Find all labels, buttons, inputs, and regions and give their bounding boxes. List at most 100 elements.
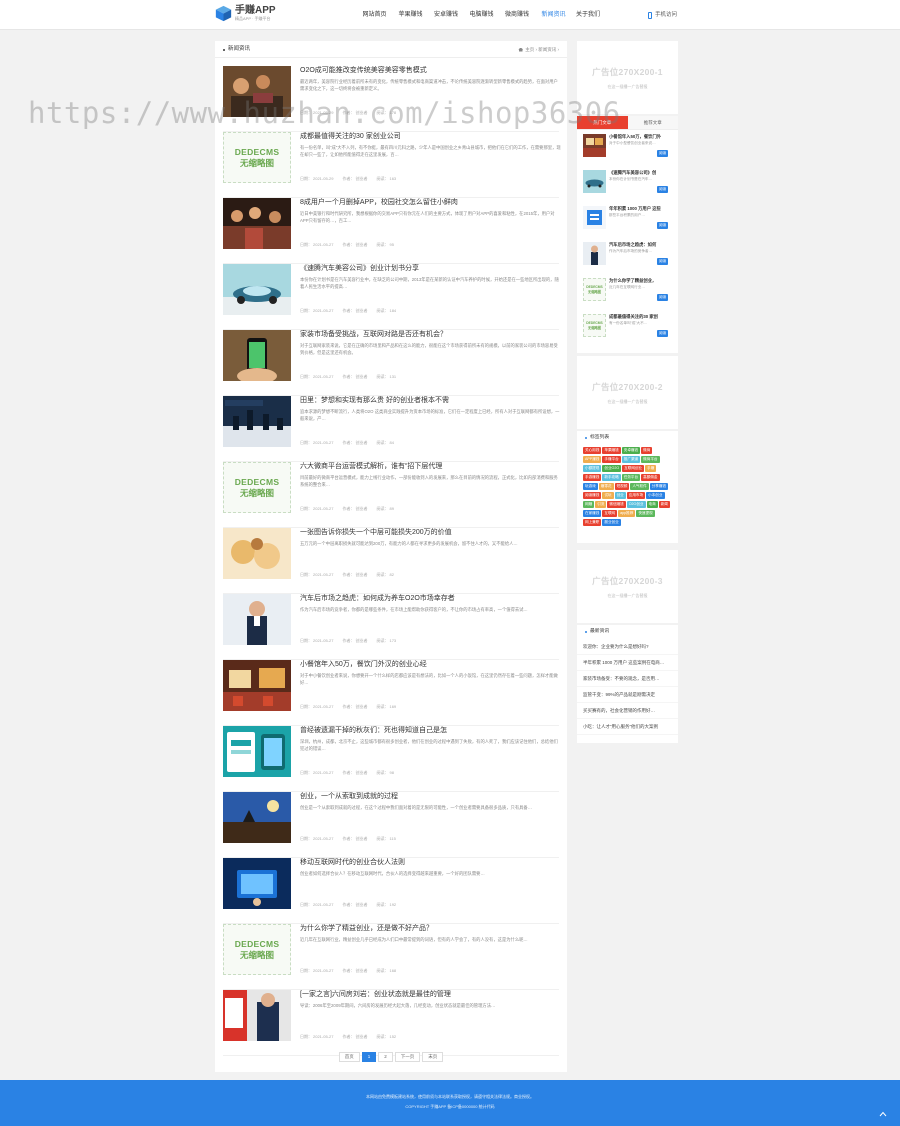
tag-link[interactable]: 高额佣金 <box>641 474 660 481</box>
tag-link[interactable]: 玩游戏 <box>583 483 598 490</box>
tag-link[interactable]: 互联网创业 <box>622 465 645 472</box>
hot-article-item[interactable]: DEDECMS 无缩略图 为什么你学了精益创业， 近几年在互联网行业… 阅读 <box>577 274 678 310</box>
tag-link[interactable]: 微信赚钱 <box>607 501 626 508</box>
tab-recommended[interactable]: 推荐文章 <box>627 116 678 129</box>
article-thumbnail[interactable] <box>223 660 291 711</box>
page-button[interactable]: 2 <box>378 1052 393 1062</box>
latest-news-link[interactable]: 欢迎你：企业要为什么是想好吗? <box>577 639 678 655</box>
article-title-link[interactable]: O2O成可能推改变传统美容美容零售模式 <box>300 65 427 75</box>
article-thumbnail[interactable]: DEDECMS 无缩略图 <box>223 924 291 975</box>
tag-link[interactable]: 安卓赚钱 <box>621 447 641 454</box>
ad-slot-1[interactable]: 广告位270X200-1 在这一插播一广告替报 <box>577 41 678 114</box>
article-title-link[interactable]: 小餐馆年入50万，餐饮门外汉的创业心经 <box>300 659 427 669</box>
tag-link[interactable]: 短视频 <box>614 483 630 490</box>
page-button[interactable]: 下一页 <box>394 1052 421 1062</box>
latest-news-link[interactable]: 小吃：让人才“用心服务”他们的大案例 <box>577 719 678 735</box>
tag-link[interactable]: 快速提现 <box>636 510 655 517</box>
hot-article-title[interactable]: 年年积累 1000 万用户 这些 <box>609 206 671 212</box>
list-item[interactable]: DEDECMS 无缩略图 为什么你学了精益创业，还是做不好产品？ 近几年在互联网行业，… <box>223 924 559 990</box>
hot-article-title[interactable]: 成都最值得关注的30 家创 <box>609 314 671 320</box>
hot-article-thumbnail[interactable] <box>583 206 606 229</box>
read-button[interactable]: 阅读 <box>657 330 669 337</box>
article-title-link[interactable]: [一家之言]六间房刘岩：创业状态就是最佳的管理 <box>300 989 451 999</box>
tag-link[interactable]: O2O创业 <box>626 501 646 508</box>
tag-link[interactable]: 人气软件 <box>630 483 649 490</box>
list-item[interactable]: DEDECMS 无缩略图 成都最值得关注的30 家创业公司 有一份名单，叫“成”大不入… <box>223 131 561 198</box>
read-button[interactable]: 阅读 <box>657 150 669 157</box>
nav-item[interactable]: 苹果赚钱 <box>393 0 428 30</box>
tag-link[interactable]: 引流 <box>595 501 607 508</box>
article-title-link[interactable]: 六大微商平台运营模式解析，谁有“招下层代理 <box>300 461 442 471</box>
tag-link[interactable]: 新手攻略 <box>602 474 621 481</box>
nav-item[interactable]: 网站首页 <box>356 0 393 30</box>
tag-link[interactable]: 互联网 <box>602 510 618 517</box>
article-title-link[interactable]: 田里：梦想和实现有那么贵 好的创业者根本不需 <box>300 395 449 405</box>
tag-link[interactable]: 创业 <box>614 492 626 499</box>
tag-link[interactable]: 副业创业 <box>602 519 621 526</box>
tag-link[interactable]: 微商平台 <box>641 456 660 463</box>
article-title-link[interactable]: 为什么你学了精益创业，还是做不好产品？ <box>300 923 433 933</box>
tag-link[interactable]: 网上兼职 <box>583 519 602 526</box>
nav-item[interactable]: 安卓赚钱 <box>428 0 464 30</box>
tag-link[interactable]: 阅读赚钱 <box>583 492 602 499</box>
tag-link[interactable]: 小本创业 <box>646 492 665 499</box>
tag-link[interactable]: 赚零花 <box>598 483 614 490</box>
tag-link[interactable]: 应用市场 <box>626 492 646 499</box>
article-thumbnail[interactable] <box>223 858 291 909</box>
list-item[interactable]: O2O成可能推改变传统美容美容零售模式 最近两年，美容院行业经历着前所未有的变化，… <box>223 66 559 132</box>
article-title-link[interactable]: 8成用户一个月删掉APP，校园社交怎么留住小鲜肉 <box>300 197 458 207</box>
hot-article-thumbnail[interactable] <box>583 242 606 265</box>
read-button[interactable]: 阅读 <box>657 294 669 301</box>
article-thumbnail[interactable]: DEDECMS 无缩略图 <box>223 132 291 183</box>
back-to-top-icon[interactable] <box>878 1109 888 1119</box>
article-title-link[interactable]: 家装市场备受挑战，互联网对路是否还有机会？ <box>300 329 447 339</box>
tag-link[interactable]: 分享赚钱 <box>649 483 669 490</box>
article-thumbnail[interactable] <box>223 990 291 1041</box>
read-button[interactable]: 阅读 <box>657 222 669 229</box>
hot-article-title[interactable]: 为什么你学了精益创业， <box>609 278 671 284</box>
latest-news-link[interactable]: 买买赛有的，社会化营销的作用好… <box>577 703 678 719</box>
nav-item[interactable]: 电脑赚钱 <box>464 0 499 30</box>
article-title-link[interactable]: 创业，一个从索取到成就的过程 <box>300 791 398 801</box>
tag-link[interactable]: APP赚钱 <box>583 456 602 463</box>
hot-article-item[interactable]: 小餐馆年入50万，餐饮门外 对于中小型餐饮创业者来说… 阅读 <box>577 130 678 166</box>
article-thumbnail[interactable] <box>223 594 291 645</box>
tag-link[interactable]: 创业O2O <box>602 465 622 472</box>
article-thumbnail[interactable] <box>223 330 291 381</box>
list-item[interactable]: 移动互联网时代的创业合伙人法则 创业者如何选择合伙人？在移动互联网时代，合伙人的选… <box>223 858 559 924</box>
tag-link[interactable]: 电商 <box>646 501 658 508</box>
list-item[interactable]: 家装市场备受挑战，互联网对路是否还有机会？ 对于互联网家装来说，它是在正确的市场里… <box>223 330 559 396</box>
list-item[interactable]: 小餐馆年入50万，餐饮门外汉的创业心经 对于中小餐饮创业者来说，你想要开一个什么样… <box>223 660 559 726</box>
breadcrumb-text[interactable]: 主页 › 新闻资讯 › <box>525 41 559 58</box>
article-title-link[interactable]: 汽车后市场之趋虎：如何成为养车O2O市场幸存者 <box>300 593 455 603</box>
nav-item[interactable]: 新闻资讯 <box>535 0 572 30</box>
list-item[interactable]: 一张图告诉你损失一个中层可能损失200万的价值 五万元的一个中层离职损失就可能达到… <box>223 528 559 594</box>
article-thumbnail[interactable] <box>223 792 291 843</box>
article-thumbnail[interactable] <box>223 726 291 777</box>
article-thumbnail[interactable] <box>223 198 291 249</box>
page-button[interactable]: 末页 <box>422 1052 444 1062</box>
ad-slot-3[interactable]: 广告位270X200-3 在这一插播一广告替报 <box>577 550 678 623</box>
list-item[interactable]: 田里：梦想和实现有那么贵 好的创业者根本不需 追本求源的梦想不断流行，人类将O2O… <box>223 396 559 462</box>
hot-article-thumbnail[interactable] <box>583 170 606 193</box>
tag-link[interactable]: 试玩 <box>602 492 614 499</box>
article-title-link[interactable]: 《速腾汽车美容公司》创业计划书分享 <box>300 263 419 273</box>
article-title-link[interactable]: 成都最值得关注的30 家创业公司 <box>300 131 401 141</box>
ad-slot-2[interactable]: 广告位270X200-2 在这一插播一广告替报 <box>577 356 678 429</box>
article-thumbnail[interactable] <box>223 66 291 117</box>
tag-link[interactable]: 在家赚钱 <box>583 510 602 517</box>
latest-news-link[interactable]: 家装市场备受：不要的观念，是否用… <box>577 671 678 687</box>
hot-article-thumbnail[interactable]: DEDECMS 无缩略图 <box>583 314 606 337</box>
nav-item[interactable]: 关于我们 <box>572 0 604 30</box>
latest-news-link[interactable]: 半年积累 1000 万用户 这些案例在电商… <box>577 655 678 671</box>
mobile-access-link[interactable]: 手机访问 <box>648 0 677 30</box>
tag-link[interactable]: 小额提现 <box>583 465 602 472</box>
page-button[interactable]: 首页 <box>338 1052 360 1062</box>
tag-link[interactable]: 手赚 <box>645 465 657 472</box>
hot-article-item[interactable]: 年年积累 1000 万用户 这些 那些平台积累的用户… 阅读 <box>577 202 678 238</box>
read-button[interactable]: 阅读 <box>657 258 669 265</box>
article-title-link[interactable]: 一张图告诉你损失一个中层可能损失200万的价值 <box>300 527 452 537</box>
latest-news-link[interactable]: 监管千变：99%的产品就是刚需决定 <box>577 687 678 703</box>
list-item[interactable]: 汽车后市场之趋虎：如何成为养车O2O市场幸存者 作为汽车后市场的竞争者，你都的是哪… <box>223 594 559 660</box>
article-title-link[interactable]: 曾经被遗漏干掉的秋灰们：死也得知道自己是怎 <box>300 725 447 735</box>
